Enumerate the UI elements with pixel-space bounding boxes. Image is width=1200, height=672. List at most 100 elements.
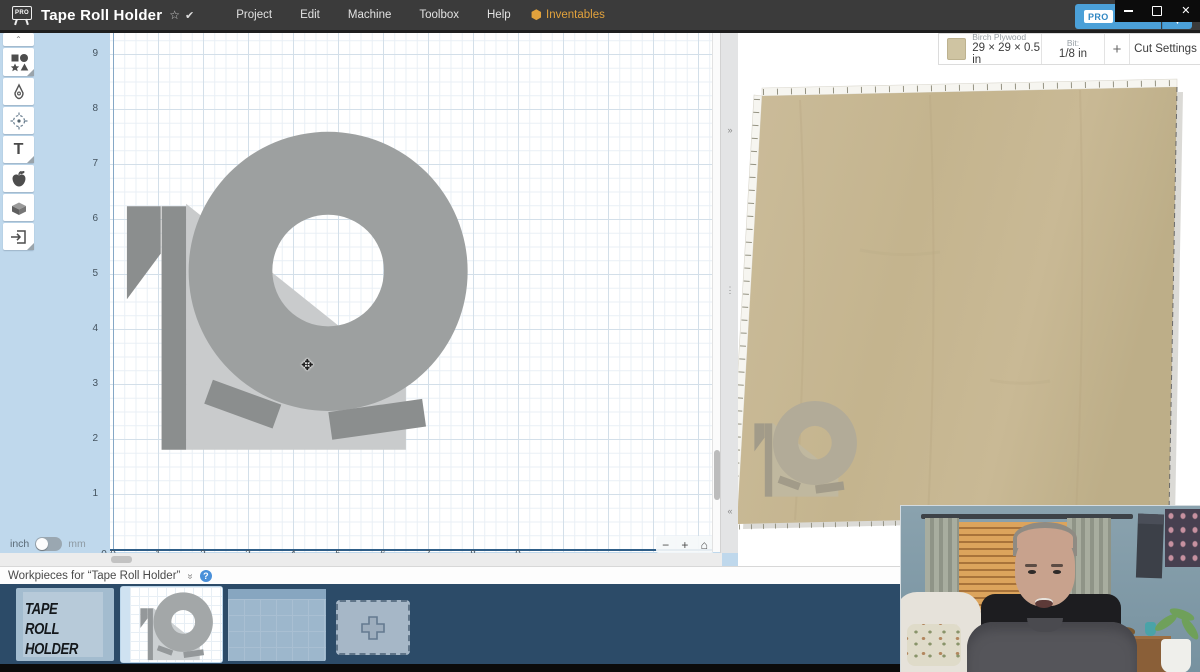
material-tool-button[interactable]: [3, 194, 34, 221]
divider-collapse-icon[interactable]: «: [721, 506, 739, 516]
y-axis-line: [113, 33, 114, 549]
zoom-home-button[interactable]: ⌂: [701, 539, 708, 551]
shapes-tool-button[interactable]: [3, 48, 34, 76]
eyebrow: [1051, 564, 1063, 567]
easel-pro-logo-icon[interactable]: PRO: [11, 5, 33, 25]
material-box-icon: [8, 198, 30, 218]
pen-tool-button[interactable]: [3, 78, 34, 105]
inventables-label: Inventables: [546, 9, 605, 21]
saved-check-icon: ✔: [185, 9, 194, 22]
text-tool-icon: T: [14, 141, 24, 159]
canvas-zoom-controls: − + ⌂: [656, 536, 714, 553]
workpiece-thumb-cover[interactable]: TAPE ROLL HOLDER: [16, 588, 114, 661]
y-tick: 7: [82, 158, 98, 169]
preview-3d-panel[interactable]: [738, 33, 1200, 584]
inventables-brand[interactable]: ⬢ Inventables: [531, 7, 605, 23]
move-cursor-icon: ✥: [301, 356, 314, 374]
workpiece-thumb-blank[interactable]: [228, 589, 326, 661]
y-tick: 8: [82, 103, 98, 114]
y-tick: 1: [82, 488, 98, 499]
app-titlebar: PRO Tape Roll Holder ☆ ✔ Project Edit Ma…: [0, 0, 1200, 33]
easel-leg: [14, 19, 17, 25]
restore-icon[interactable]: [1152, 6, 1162, 16]
thumb-grid: [228, 599, 326, 661]
plant-pot: [1161, 639, 1191, 672]
units-toggle[interactable]: [35, 537, 62, 551]
project-title[interactable]: Tape Roll Holder: [41, 7, 162, 24]
menu-edit[interactable]: Edit: [286, 0, 334, 30]
thumb-ruler-strip: [121, 587, 130, 662]
bit-label: Bit:: [1067, 39, 1079, 48]
easel-app-window: 0 0 1 2 3 4 5 6 7 8 9 1 2 3 4 5 6 7 8 9 …: [0, 0, 1200, 672]
window-controls-overlay: ✕: [1115, 0, 1200, 22]
eye: [1028, 570, 1036, 574]
material-name: Birch Plywood: [972, 33, 1041, 42]
text-tool-button[interactable]: T: [3, 136, 34, 163]
bit-selector[interactable]: Bit: 1/8 in: [1042, 34, 1105, 64]
add-workpiece-button[interactable]: [336, 600, 410, 655]
thumb-toolbar-band: [228, 589, 326, 599]
menu-help[interactable]: Help: [473, 0, 525, 30]
mouth: [1035, 598, 1053, 608]
origin-crosshair-icon: [9, 111, 29, 131]
help-icon[interactable]: ?: [200, 570, 212, 582]
eyebrow: [1025, 564, 1037, 567]
cut-settings-button[interactable]: Cut Settings: [1130, 34, 1200, 64]
bit-value: 1/8 in: [1059, 48, 1087, 60]
cover-title-line2: HOLDER: [25, 641, 78, 658]
import-tool-button[interactable]: [3, 223, 34, 250]
material-size: 29 × 29 × 0.5 in: [972, 42, 1041, 66]
thumb-design-preview: [130, 589, 222, 661]
workpiece-thumb-design-selected[interactable]: [121, 587, 222, 662]
y-tick: 3: [82, 378, 98, 389]
y-tick: 9: [82, 48, 98, 59]
minimize-icon[interactable]: [1124, 10, 1133, 12]
menu-project[interactable]: Project: [222, 0, 286, 30]
sidebar-collapse-button[interactable]: ⌃: [3, 33, 34, 46]
design-library-button[interactable]: [3, 165, 34, 192]
material-swatch: [947, 38, 966, 60]
tape-roll-design[interactable]: [110, 33, 712, 552]
floral-pillow: [907, 624, 961, 666]
units-toggle-group: inch mm: [10, 537, 86, 551]
panel-divider[interactable]: » ⋮ «: [720, 33, 739, 553]
h-scroll-thumb[interactable]: [111, 556, 132, 563]
divider-grip-icon[interactable]: ⋮: [721, 285, 739, 296]
pen-icon: [10, 83, 28, 101]
y-tick: 4: [82, 323, 98, 334]
menu-bar: Project Edit Machine Toolbox Help: [222, 0, 524, 30]
cover-title-line1: TAPE ROLL: [25, 601, 59, 638]
workpieces-bar: Workpieces for “Tape Roll Holder” » ?: [0, 566, 900, 585]
y-tick: 5: [82, 268, 98, 279]
y-tick: 2: [82, 433, 98, 444]
workpieces-label: Workpieces for “Tape Roll Holder”: [8, 570, 180, 582]
apple-icon: [9, 169, 29, 189]
workpiece-thumbnail-strip: TAPE ROLL HOLDER: [0, 584, 900, 664]
add-bit-button[interactable]: +: [1105, 34, 1130, 64]
zoom-out-button[interactable]: −: [662, 539, 669, 551]
toggle-knob[interactable]: [36, 538, 48, 550]
wall-art: [1165, 509, 1200, 567]
eye: [1053, 570, 1061, 574]
material-selector[interactable]: Birch Plywood 29 × 29 × 0.5 in: [939, 34, 1042, 64]
y-tick: 6: [82, 213, 98, 224]
import-icon: [9, 227, 29, 247]
material-settings-bar: Birch Plywood 29 × 29 × 0.5 in Bit: 1/8 …: [938, 33, 1200, 65]
zoom-in-button[interactable]: +: [681, 539, 688, 551]
plus-icon: [358, 613, 388, 643]
divider-expand-icon[interactable]: »: [721, 125, 739, 135]
bottom-letterbox: [0, 664, 900, 672]
menu-toolbox[interactable]: Toolbox: [405, 0, 473, 30]
set-origin-tool-button[interactable]: [3, 107, 34, 134]
presenter-webcam: [900, 505, 1200, 672]
carve-pro-badge: PRO: [1084, 10, 1113, 23]
workpieces-collapse-icon[interactable]: »: [185, 573, 196, 579]
design-canvas[interactable]: [110, 33, 712, 552]
close-icon[interactable]: ✕: [1181, 6, 1190, 17]
inventables-hexagon-icon: ⬢: [531, 7, 542, 23]
favorite-star-icon[interactable]: ☆: [169, 8, 180, 22]
menu-machine[interactable]: Machine: [334, 0, 405, 30]
canvas-horizontal-scrollbar[interactable]: [0, 553, 722, 566]
units-mm-label: mm: [68, 538, 86, 550]
wall-art: [1136, 514, 1164, 579]
